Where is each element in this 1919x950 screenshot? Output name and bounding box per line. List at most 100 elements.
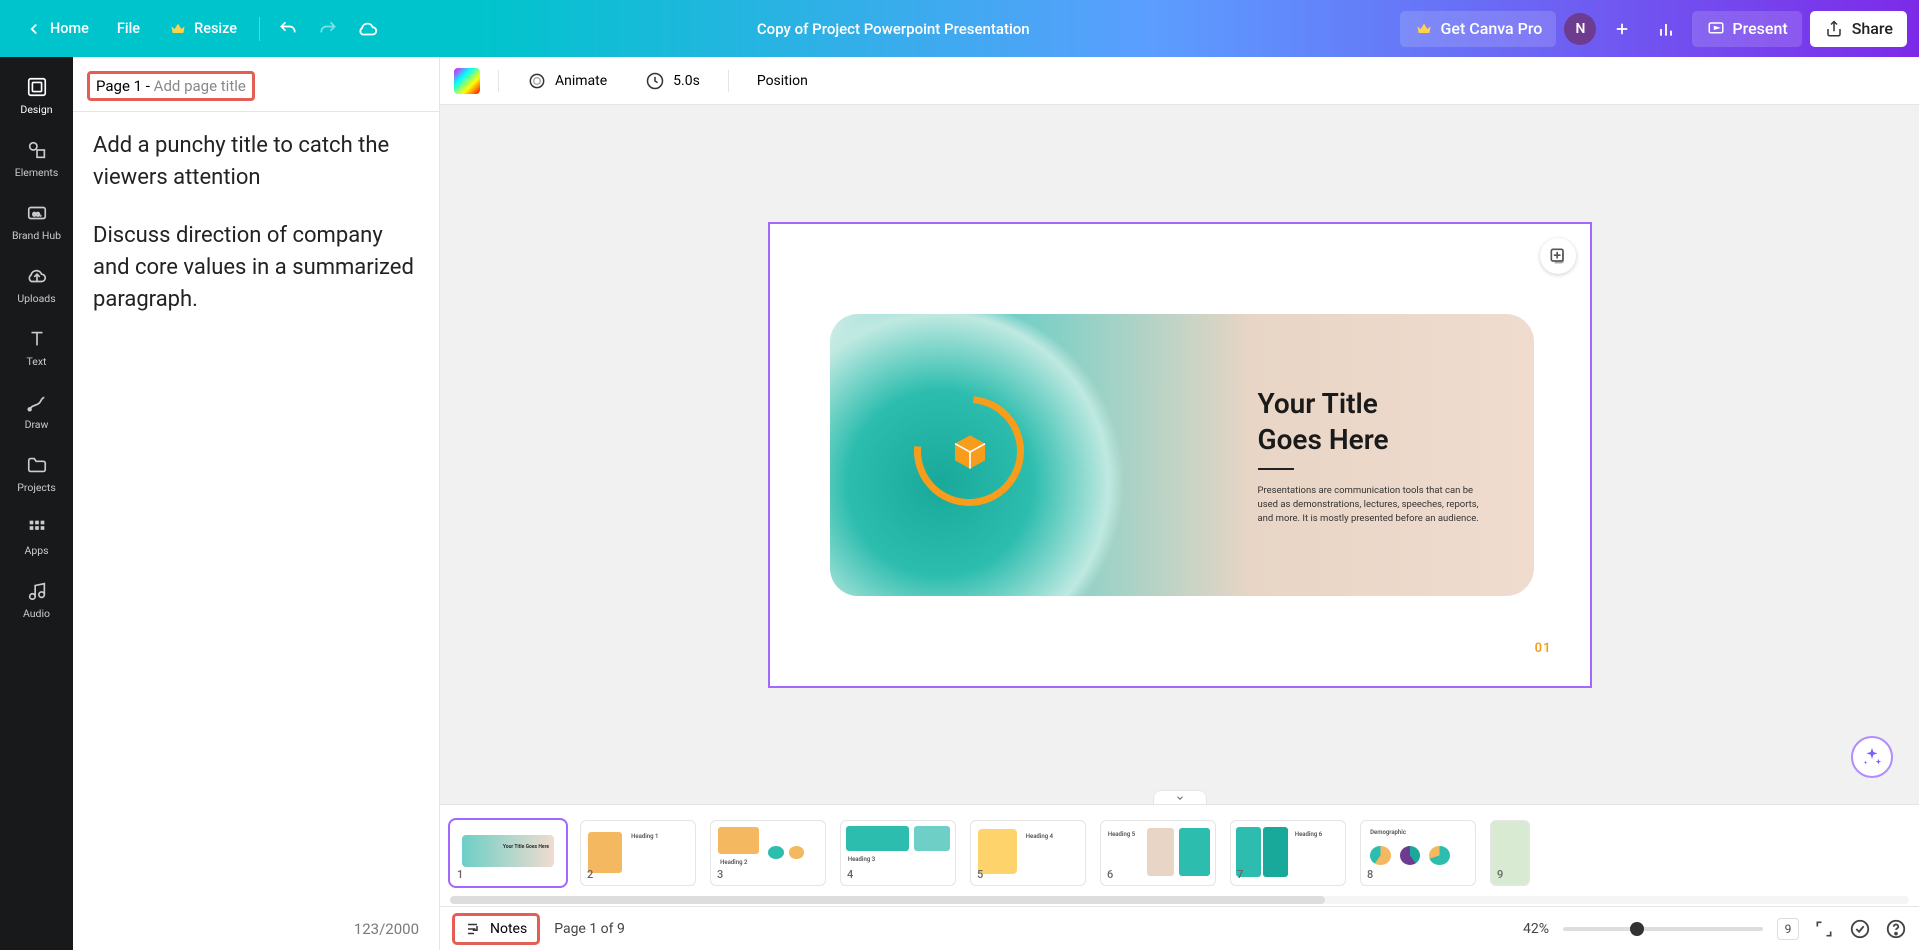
thumbnail-number: 6 (1107, 868, 1113, 881)
user-avatar[interactable]: N (1564, 13, 1596, 45)
page-count-badge[interactable]: 9 (1777, 918, 1799, 940)
apps-icon (25, 516, 49, 540)
magic-assist-button[interactable] (1851, 736, 1893, 778)
file-menu[interactable]: File (105, 12, 152, 45)
title-rule (1258, 468, 1294, 470)
thumbnail-number: 4 (847, 868, 853, 881)
logo-cube-icon[interactable] (950, 432, 990, 472)
slide-page[interactable]: Your TitleGoes Here Presentations are co… (768, 222, 1592, 688)
share-button[interactable]: Share (1810, 11, 1907, 47)
thumbnail-page-3[interactable]: Heading 2 3 (710, 820, 826, 886)
notes-button-label: Notes (490, 921, 527, 937)
thumbnail-page-8[interactable]: Demographic 8 (1360, 820, 1476, 886)
undo-button[interactable] (270, 11, 306, 47)
thumbnail-number: 8 (1367, 868, 1373, 881)
thumbnail-strip-wrapper: Your Title Goes Here 1 Heading 1 2 Headi… (440, 804, 1919, 906)
thumbnail-number: 9 (1497, 868, 1503, 881)
brand-hub-icon: co. (25, 201, 49, 225)
resize-label: Resize (194, 20, 237, 37)
sidebar-item-design[interactable]: Design (0, 65, 73, 128)
notes-paragraph: Add a punchy title to catch the viewers … (93, 130, 419, 194)
zoom-value[interactable]: 42% (1523, 921, 1549, 937)
home-button[interactable]: Home (12, 11, 101, 47)
page-count-value: 9 (1785, 922, 1792, 936)
analytics-button[interactable] (1648, 11, 1684, 47)
divider (728, 70, 729, 92)
add-member-button[interactable] (1604, 11, 1640, 47)
text-icon (25, 327, 49, 351)
slide-page-number[interactable]: 01 (1535, 641, 1552, 656)
get-pro-button[interactable]: Get Canva Pro (1400, 11, 1556, 47)
sidebar-item-uploads[interactable]: Uploads (0, 254, 73, 317)
cloud-sync-button[interactable] (350, 11, 386, 47)
position-button[interactable]: Position (747, 67, 818, 95)
elements-icon (25, 138, 49, 162)
sidebar-item-label: Apps (24, 544, 48, 557)
sidebar-item-draw[interactable]: Draw (0, 380, 73, 443)
thumbnail-page-6[interactable]: Heading 5 6 (1100, 820, 1216, 886)
sidebar-item-label: Draw (25, 418, 49, 431)
design-icon (25, 75, 49, 99)
divider (498, 70, 499, 92)
uploads-icon (25, 264, 49, 288)
title-line-1: Your Title (1258, 387, 1378, 420)
thumbnail-page-2[interactable]: Heading 1 2 (580, 820, 696, 886)
bottom-bar: Notes Page 1 of 9 42% 9 (440, 906, 1919, 950)
present-button[interactable]: Present (1692, 11, 1801, 47)
zoom-slider[interactable] (1563, 927, 1763, 931)
audio-icon (25, 579, 49, 603)
sidebar-item-label: Text (27, 355, 47, 368)
notes-toggle-button[interactable]: Notes (452, 913, 540, 945)
draw-icon (25, 390, 49, 414)
sidebar-item-apps[interactable]: Apps (0, 506, 73, 569)
sidebar-item-projects[interactable]: Projects (0, 443, 73, 506)
notes-panel: Page 1 - Add page title Add a punchy tit… (73, 57, 440, 950)
check-status-button[interactable] (1849, 918, 1871, 940)
get-pro-label: Get Canva Pro (1440, 19, 1542, 38)
help-button[interactable] (1885, 918, 1907, 940)
canvas-viewport[interactable]: Your TitleGoes Here Presentations are co… (440, 105, 1919, 804)
sidebar-item-text[interactable]: Text (0, 317, 73, 380)
play-icon (1706, 19, 1726, 39)
sidebar-item-label: Elements (15, 166, 59, 179)
page-title-input[interactable]: Page 1 - Add page title (87, 71, 255, 101)
document-title[interactable]: Copy of Project Powerpoint Presentation (386, 20, 1400, 38)
position-label: Position (757, 73, 808, 89)
present-label: Present (1732, 19, 1787, 38)
notes-textarea[interactable]: Add a punchy title to catch the viewers … (73, 112, 439, 908)
page-title-bar: Page 1 - Add page title (73, 57, 439, 112)
fullscreen-button[interactable] (1813, 918, 1835, 940)
thumbnail-strip[interactable]: Your Title Goes Here 1 Heading 1 2 Headi… (440, 804, 1919, 896)
redo-button[interactable] (310, 11, 346, 47)
duration-button[interactable]: 5.0s (635, 65, 710, 97)
context-toolbar: Animate 5.0s Position (440, 57, 1919, 105)
animate-button[interactable]: Animate (517, 65, 617, 97)
thumbnail-page-1[interactable]: Your Title Goes Here 1 (450, 820, 566, 886)
thumbnail-number: 5 (977, 868, 983, 881)
page-indicator[interactable]: Page 1 of 9 (554, 921, 625, 937)
sidebar-item-brand-hub[interactable]: co. Brand Hub (0, 191, 73, 254)
page-number-label: Page 1 (96, 77, 142, 95)
thumbnail-number: 2 (587, 868, 593, 881)
sidebar-item-audio[interactable]: Audio (0, 569, 73, 632)
top-header: Home File Resize Copy of Project Powerpo… (0, 0, 1919, 57)
thumbnail-page-9[interactable]: 9 (1490, 820, 1530, 886)
sidebar-item-elements[interactable]: Elements (0, 128, 73, 191)
thumbnail-page-4[interactable]: Heading 3 4 (840, 820, 956, 886)
thumbnail-scrollbar[interactable] (450, 896, 1909, 904)
thumbnail-page-7[interactable]: Heading 6 7 (1230, 820, 1346, 886)
thumbnail-number: 3 (717, 868, 723, 881)
color-picker-button[interactable] (454, 68, 480, 94)
title-text-block[interactable]: Your TitleGoes Here Presentations are co… (1258, 386, 1488, 526)
notes-paragraph: Discuss direction of company and core va… (93, 220, 419, 316)
resize-button[interactable]: Resize (156, 11, 249, 47)
collapse-thumbnails-button[interactable] (1153, 790, 1207, 804)
divider (259, 17, 260, 41)
clock-icon (645, 71, 665, 91)
thumbnail-page-5[interactable]: Heading 4 5 (970, 820, 1086, 886)
avatar-initial: N (1575, 21, 1585, 37)
chevron-left-icon (24, 19, 44, 39)
home-label: Home (50, 20, 89, 37)
notes-icon (465, 920, 483, 938)
sidebar-item-label: Design (20, 103, 52, 116)
